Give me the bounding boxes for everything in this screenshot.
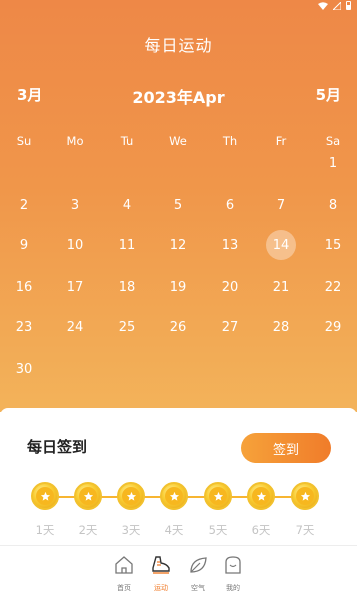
nav-label: 空气: [191, 584, 205, 592]
nav-item-3[interactable]: 我的: [213, 554, 253, 593]
nav-label: 运动: [154, 584, 168, 592]
coin-icon: [74, 482, 102, 510]
coin-icon: [204, 482, 232, 510]
weekday-label: Mo: [66, 134, 84, 148]
page-title: 每日运动: [144, 36, 213, 55]
checkin-panel: 每日签到 签到 1天 2天 3天 4天 5天 6天 7天: [0, 408, 357, 553]
wifi-icon: [318, 1, 328, 10]
weekday-label: Fr: [275, 134, 287, 148]
weekday-label: We: [169, 134, 187, 148]
calendar-day[interactable]: 18: [112, 272, 142, 302]
coin-icon: [247, 482, 275, 510]
calendar-day[interactable]: 16: [9, 272, 39, 302]
calendar-day[interactable]: 1: [318, 148, 348, 178]
calendar-day[interactable]: 9: [9, 230, 39, 260]
status-bar: [0, 0, 357, 12]
weekday-label: Su: [16, 134, 32, 148]
calendar-day[interactable]: 11: [112, 230, 142, 260]
month-switcher: 3月 2023年Apr 5月: [0, 84, 357, 107]
coin-icon: [160, 482, 188, 510]
next-month-button[interactable]: 5月: [316, 84, 341, 105]
calendar-day[interactable]: 23: [9, 312, 39, 342]
current-month-label: 2023年Apr: [132, 88, 225, 107]
star-icon: [296, 487, 314, 505]
calendar-day[interactable]: 5: [163, 190, 193, 220]
nav-item-2[interactable]: 空气: [178, 554, 218, 593]
leaf-icon: [187, 554, 209, 580]
calendar-day[interactable]: 4: [112, 190, 142, 220]
checkin-day-label: 5天: [208, 523, 228, 537]
nav-label: 首页: [117, 584, 131, 592]
weekday-label: Sa: [325, 134, 341, 148]
calendar-day[interactable]: 22: [318, 272, 348, 302]
calendar-day[interactable]: 12: [163, 230, 193, 260]
calendar-day[interactable]: 28: [266, 312, 296, 342]
star-icon: [209, 487, 227, 505]
checkin-day-label: 2天: [78, 523, 98, 537]
calendar-day[interactable]: 26: [163, 312, 193, 342]
coin-icon: [31, 482, 59, 510]
calendar-day[interactable]: 6: [215, 190, 245, 220]
weekday-header: Su Mo Tu We Th Fr Sa: [0, 134, 357, 150]
star-icon: [122, 487, 140, 505]
signal-icon: [333, 1, 341, 10]
weekday-label: Th: [222, 134, 238, 148]
calendar-day[interactable]: 3: [60, 190, 90, 220]
battery-icon: [346, 1, 351, 10]
calendar-day[interactable]: 19: [163, 272, 193, 302]
star-icon: [36, 487, 54, 505]
star-icon: [165, 487, 183, 505]
calendar-day[interactable]: 17: [60, 272, 90, 302]
calendar-day[interactable]: 15: [318, 230, 348, 260]
calendar-day[interactable]: 10: [60, 230, 90, 260]
checkin-day-label: 1天: [35, 523, 55, 537]
star-icon: [79, 487, 97, 505]
calendar-day-today[interactable]: 14: [266, 230, 296, 260]
profile-icon: [222, 554, 244, 580]
weekday-label: Tu: [120, 134, 134, 148]
star-icon: [252, 487, 270, 505]
nav-item-1[interactable]: 运动: [141, 554, 181, 593]
calendar-day[interactable]: 25: [112, 312, 142, 342]
calendar-day[interactable]: 30: [9, 354, 39, 384]
calendar-day[interactable]: 8: [318, 190, 348, 220]
calendar-day[interactable]: 2: [9, 190, 39, 220]
bottom-nav: 首页 运动 空气 我的: [0, 545, 357, 597]
calendar-day[interactable]: 29: [318, 312, 348, 342]
shoe-icon: [150, 554, 172, 580]
calendar-day[interactable]: 21: [266, 272, 296, 302]
calendar-day[interactable]: 20: [215, 272, 245, 302]
calendar-day[interactable]: 27: [215, 312, 245, 342]
checkin-day-label: 3天: [121, 523, 141, 537]
nav-item-0[interactable]: 首页: [104, 554, 144, 593]
calendar-day[interactable]: 24: [60, 312, 90, 342]
home-icon: [113, 554, 135, 580]
calendar-day[interactable]: 7: [266, 190, 296, 220]
nav-label: 我的: [226, 584, 240, 592]
checkin-button[interactable]: 签到: [241, 433, 331, 463]
coin-icon: [117, 482, 145, 510]
checkin-day-label: 6天: [251, 523, 271, 537]
checkin-day-label: 4天: [164, 523, 184, 537]
calendar-day[interactable]: 13: [215, 230, 245, 260]
checkin-day-label: 7天: [295, 523, 315, 537]
coin-icon: [291, 482, 319, 510]
checkin-title: 每日签到: [27, 438, 88, 456]
